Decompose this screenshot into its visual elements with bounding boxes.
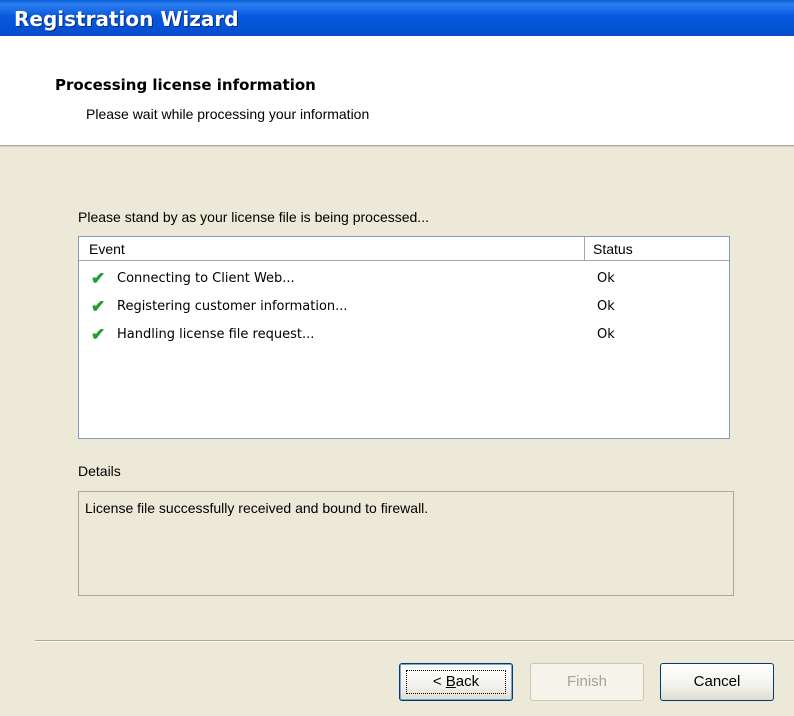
- checkmark-icon: ✔: [91, 269, 106, 288]
- header-divider: [0, 145, 794, 147]
- list-item[interactable]: ✔ Handling license file request... Ok: [79, 321, 729, 349]
- status-text: Ok: [597, 299, 615, 314]
- event-text: Connecting to Client Web...: [117, 271, 295, 286]
- header-subtitle: Please wait while processing your inform…: [86, 106, 370, 122]
- column-header-event[interactable]: Event: [79, 237, 585, 261]
- details-label: Details: [78, 463, 121, 479]
- checkmark-icon: ✔: [91, 325, 106, 344]
- standby-text: Please stand by as your license file is …: [78, 209, 429, 225]
- footer-divider: [35, 640, 794, 642]
- checkmark-icon: ✔: [91, 297, 106, 316]
- event-text: Registering customer information...: [117, 299, 348, 314]
- status-text: Ok: [597, 327, 615, 342]
- focus-rectangle: [406, 670, 506, 694]
- finish-button[interactable]: Finish: [530, 663, 644, 701]
- cancel-button[interactable]: Cancel: [660, 663, 774, 701]
- title-bar[interactable]: Registration Wizard: [0, 0, 794, 36]
- list-header: Event Status: [79, 237, 729, 262]
- event-list[interactable]: Event Status ✔ Connecting to Client Web.…: [78, 236, 730, 439]
- window-title: Registration Wizard: [14, 7, 239, 31]
- header-title: Processing license information: [55, 76, 316, 94]
- event-text: Handling license file request...: [117, 327, 315, 342]
- details-textbox[interactable]: License file successfully received and b…: [78, 491, 734, 596]
- back-button[interactable]: < Back: [399, 663, 513, 701]
- column-header-status[interactable]: Status: [585, 237, 729, 261]
- list-item[interactable]: ✔ Registering customer information... Ok: [79, 293, 729, 321]
- list-item[interactable]: ✔ Connecting to Client Web... Ok: [79, 265, 729, 293]
- status-text: Ok: [597, 271, 615, 286]
- wizard-header: Processing license information Please wa…: [0, 36, 794, 145]
- details-text: License file successfully received and b…: [85, 500, 429, 516]
